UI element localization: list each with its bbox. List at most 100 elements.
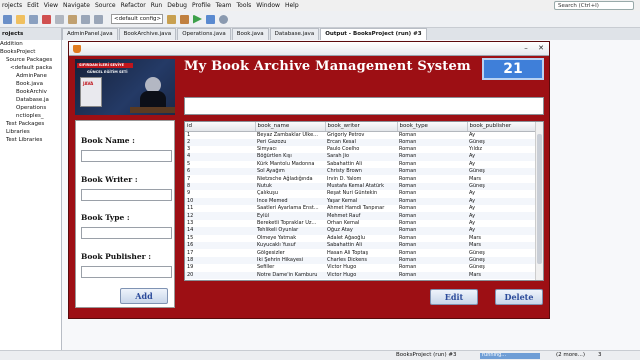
menu-item[interactable]: Source (95, 2, 116, 9)
table-cell: 17 (187, 249, 194, 256)
editor-tab[interactable]: Operations.java (177, 28, 231, 40)
table-row[interactable]: 1 Beyaz Zambaklar Ülke... Grigoriy Petrov R… (185, 131, 536, 139)
run-icon[interactable] (193, 14, 202, 24)
clean-build-icon[interactable] (180, 14, 189, 24)
add-button[interactable]: Add (120, 288, 168, 304)
banner-line2: GÜNCEL EĞİTİM SETİ (87, 70, 128, 74)
menu-item[interactable]: Window (256, 2, 280, 9)
table-cell: Victor Hugo (325, 271, 397, 279)
search-input[interactable] (184, 97, 544, 115)
tree-item[interactable]: AdminPane (0, 72, 61, 80)
table-cell: İki Şehrin Hikayesi (255, 256, 325, 265)
table-row[interactable]: 4 Böğürtlen Kışı Sarah Jio Roman Ay (185, 153, 536, 161)
table-row[interactable]: 2 Peri Gazozu Ercan Kesal Roman Güneş (185, 138, 536, 146)
menu-item[interactable]: Edit (27, 2, 39, 9)
tree-item[interactable]: Database.ja (0, 96, 61, 104)
table-row[interactable]: 11 Saatleri Ayarlama Enst... Ahmet Hamdi T… (185, 205, 536, 212)
menu-item[interactable]: Debug (167, 2, 187, 9)
table-row[interactable]: 12 Eylül Mehmet Rauf Roman Ay (185, 212, 536, 220)
table-row[interactable]: 20 Notre Dame'in Kamburu Victor Hugo Roman M… (185, 271, 536, 279)
menu-item[interactable]: Team (216, 2, 232, 9)
table-scrollbar[interactable] (535, 122, 543, 280)
tree-item[interactable]: BooksProject (0, 48, 61, 56)
menu-item[interactable]: Help (285, 2, 299, 9)
status-running: running... (482, 352, 507, 358)
redo-icon[interactable] (94, 14, 103, 24)
tree-item[interactable]: <default packa (0, 64, 61, 72)
editor-tab[interactable]: Book.java (231, 28, 269, 40)
table-row[interactable]: 8 Nutuk Mustafa Kemal Atatürk Roman Güneş (185, 182, 536, 191)
copy-icon[interactable] (55, 14, 64, 24)
table-row[interactable]: 7 Nietzsche Ağladığında Irvin D. Yalom Roma… (185, 175, 536, 182)
build-icon[interactable] (167, 14, 176, 24)
books-table[interactable]: id book_name book_writer book_type book_publ… (184, 121, 544, 281)
book-writer-field[interactable] (81, 189, 172, 201)
tree-item[interactable]: Addition (0, 40, 61, 48)
menu-item[interactable]: Navigate (63, 2, 90, 9)
editor-tabbar: AdminPanel.java BookArchive.java Operation… (62, 28, 640, 40)
minimize-icon[interactable]: – (521, 44, 531, 53)
profile-icon[interactable] (219, 14, 228, 24)
table-cell: Hasan Ali Toptaş (327, 249, 369, 256)
status-more[interactable]: (2 more...) (556, 351, 585, 360)
debug-icon[interactable] (206, 14, 215, 24)
tree-item[interactable]: BookArchiv (0, 88, 61, 96)
undo-icon[interactable] (81, 14, 90, 24)
table-cell: Roman (397, 153, 467, 161)
ide-search-input[interactable]: Search (Ctrl+I) (554, 1, 634, 10)
close-icon[interactable]: ✕ (536, 44, 546, 53)
open-project-icon[interactable] (16, 14, 25, 24)
table-cell: Ölmeye Yatmak (257, 234, 297, 241)
menu-item[interactable]: Run (151, 2, 163, 9)
delete-button[interactable]: Delete (495, 289, 543, 305)
tree-item[interactable]: Book.java (0, 80, 61, 88)
tree-item[interactable]: Source Packages (0, 56, 61, 64)
menu-item[interactable]: Refactor (121, 2, 146, 9)
editor-tab[interactable]: Database.java (269, 28, 320, 40)
tree-item[interactable]: nctioples_ (0, 112, 61, 120)
table-cell: Sefiller (257, 264, 275, 271)
table-row[interactable]: 19 Sefiller Victor Hugo Roman Güneş (185, 264, 536, 271)
table-cell: Ay (469, 131, 476, 138)
table-row[interactable]: 14 Tehlikeli Oyunlar Oğuz Atay Roman Ay (185, 227, 536, 235)
table-row[interactable]: 5 Kürk Mantolu Madonna Sabahattin Ali Roman… (185, 161, 536, 168)
menu-item[interactable]: View (44, 2, 58, 9)
table-row[interactable]: 16 Kuyucaklı Yusuf Sabahattin Ali Roman Mars (185, 241, 536, 250)
menu-item[interactable]: rojects (2, 2, 22, 9)
new-project-icon[interactable] (3, 14, 12, 24)
tree-item[interactable]: Libraries (0, 128, 61, 136)
menu-item[interactable]: Tools (237, 2, 252, 9)
book-archive-window: – ✕ SIFIRDAN İLERİ SEVİYE GÜNCEL EĞİTİM … (68, 41, 550, 319)
edit-button[interactable]: Edit (430, 289, 478, 305)
table-row[interactable]: 6 Sol Ayağım Christy Brown Roman Güneş (185, 168, 536, 176)
table-row[interactable]: 15 Ölmeye Yatmak Adalet Ağaoğlu Roman Mars (185, 235, 536, 242)
cut-icon[interactable] (42, 14, 51, 24)
tree-item[interactable]: Test Packages (0, 120, 61, 128)
column-header[interactable]: id (185, 122, 256, 132)
editor-tab[interactable]: Output - BooksProject (run) #3 (320, 28, 427, 40)
save-icon[interactable] (29, 14, 38, 24)
table-row[interactable]: 9 Çalıkuşu Reşat Nuri Güntekin Roman Ay (185, 190, 536, 197)
editor-tab[interactable]: AdminPanel.java (62, 28, 118, 40)
table-row[interactable]: 3 Simyacı Paulo Coelho Roman Yıldız (185, 146, 536, 153)
paste-icon[interactable] (68, 14, 77, 24)
book-publisher-field[interactable] (81, 266, 172, 278)
app-title: My Book Archive Management System (184, 59, 471, 74)
table-row[interactable]: 10 İnce Memed Yaşar Kemal Roman Ay (185, 197, 536, 206)
tree-item[interactable]: Test Libraries (0, 136, 61, 144)
column-header[interactable]: book_writer (325, 122, 398, 132)
tree-item[interactable]: Operations (0, 104, 61, 112)
column-header[interactable]: book_type (397, 122, 468, 132)
book-type-field[interactable] (81, 227, 172, 239)
table-cell: 19 (187, 264, 194, 271)
column-header[interactable]: book_name (255, 122, 326, 132)
menu-item[interactable]: Profile (192, 2, 211, 9)
config-select[interactable]: <default config> (111, 14, 163, 24)
table-row[interactable]: 18 İki Şehrin Hikayesi Charles Dickens Roma… (185, 256, 536, 265)
table-row[interactable]: 13 Bereketli Topraklar Üz... Orhan Kemal Ro… (185, 220, 536, 227)
table-row[interactable]: 17 Gölgesizler Hasan Ali Toptaş Roman Güneş (185, 249, 536, 256)
editor-tab[interactable]: BookArchive.java (118, 28, 177, 40)
book-name-field[interactable] (81, 150, 172, 162)
column-header[interactable]: book_publisher (467, 122, 537, 132)
table-cell: Güneş (467, 256, 536, 265)
